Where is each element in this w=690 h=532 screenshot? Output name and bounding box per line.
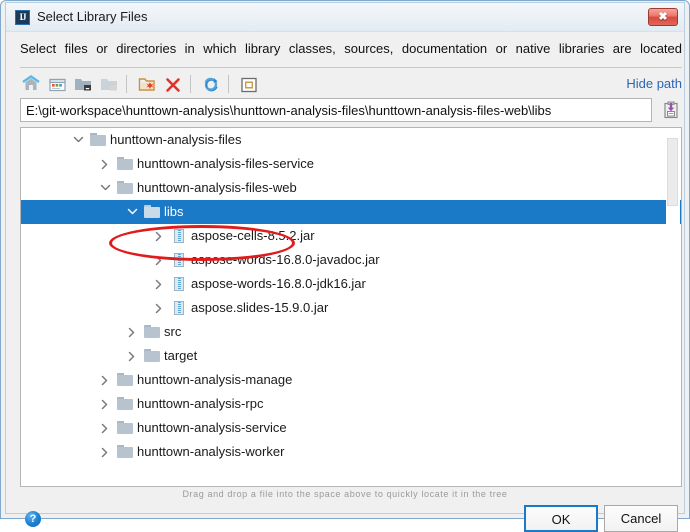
hide-path-link[interactable]: Hide path [626,76,682,91]
chevron-right-icon[interactable] [152,248,166,272]
scrollbar-thumb[interactable] [667,138,678,206]
tree-row[interactable]: hunttown-analysis-manage [21,368,681,392]
tree-row-label: hunttown-analysis-rpc [137,396,264,411]
dialog-body: Select files or directories in which lib… [6,32,684,532]
tree-row[interactable]: aspose.slides-15.9.0.jar [21,296,681,320]
jar-file-icon [171,277,187,291]
separator [20,67,682,68]
folder-icon [117,445,133,459]
chevron-right-icon[interactable] [98,368,112,392]
home-button[interactable] [20,74,42,95]
tree-row[interactable]: hunttown-analysis-service [21,416,681,440]
chevron-right-icon[interactable] [98,152,112,176]
tree-row-label: aspose-cells-8.5.2.jar [191,228,315,243]
tree-row[interactable]: target [21,344,681,368]
chevron-right-icon[interactable] [152,296,166,320]
toolbar-separator-3 [228,75,229,93]
show-hidden-files-button[interactable] [238,74,260,95]
new-folder-button[interactable] [136,74,158,95]
tree-row-label: hunttown-analysis-worker [137,444,285,459]
tree-row[interactable]: aspose-words-16.8.0-jdk16.jar [21,272,681,296]
tree-row[interactable]: hunttown-analysis-files [21,128,681,152]
tree-row-label: hunttown-analysis-service [137,420,287,435]
tree-row-label: libs [164,204,184,219]
new-folder-icon [138,78,155,91]
chevron-right-icon[interactable] [125,344,139,368]
chevron-down-icon[interactable] [71,128,85,152]
toolbar-separator-2 [190,75,191,93]
tree-vertical-scrollbar[interactable] [666,129,680,485]
title-bar: IJ Select Library Files ✖ [6,3,684,32]
chevron-right-icon[interactable] [125,320,139,344]
window-title: Select Library Files [37,9,148,24]
intellij-app-icon: IJ [15,10,30,25]
toolbar-separator-1 [126,75,127,93]
chevron-down-icon[interactable] [125,200,139,224]
dialog-description: Select files or directories in which lib… [20,41,682,56]
folder-icon [144,349,160,363]
close-icon: ✖ [658,11,668,23]
file-chooser-toolbar: Hide path [20,71,682,97]
dialog-frame: IJ Select Library Files ✖ Select files o… [5,2,685,532]
module-folder-icon [101,79,117,91]
folder-icon [117,397,133,411]
tree-row[interactable]: hunttown-analysis-files-web [21,176,681,200]
chevron-right-icon[interactable] [98,440,112,464]
delete-button[interactable] [162,74,184,95]
desktop-icon [49,78,66,92]
tree-row-label: src [164,324,182,339]
path-input[interactable] [20,98,652,122]
tree-row[interactable]: libs [21,200,681,224]
folder-icon [117,157,133,171]
desktop-button[interactable] [46,74,68,95]
jar-file-icon [171,229,187,243]
file-tree[interactable]: hunttown-analysis-files hunttown-analysis… [21,128,681,486]
chevron-right-icon[interactable] [152,272,166,296]
jar-file-icon [171,301,187,315]
refresh-icon [204,77,218,92]
path-row [20,98,682,122]
drag-drop-hint: Drag and drop a file into the space abov… [182,489,508,499]
tree-row[interactable]: hunttown-analysis-files-service [21,152,681,176]
folder-icon [144,205,160,219]
chevron-down-icon[interactable] [98,176,112,200]
tree-row-label: aspose-words-16.8.0-jdk16.jar [191,276,366,291]
paste-icon [664,101,678,119]
project-folder-icon [75,79,91,91]
module-directory-button [98,74,120,95]
folder-icon [117,181,133,195]
tree-row[interactable]: aspose-words-16.8.0-javadoc.jar [21,248,681,272]
help-button[interactable]: ? [25,511,41,527]
tree-row-label: hunttown-analysis-files-web [137,180,297,195]
tree-row-label: aspose.slides-15.9.0.jar [191,300,329,315]
tree-row[interactable]: src [21,320,681,344]
tree-row[interactable]: hunttown-analysis-rpc [21,392,681,416]
jar-file-icon [171,253,187,267]
folder-icon [117,421,133,435]
home-icon [22,75,40,90]
chevron-right-icon[interactable] [98,392,112,416]
tree-row-label: aspose-words-16.8.0-javadoc.jar [191,252,380,267]
tree-row-label: hunttown-analysis-files [110,132,242,147]
refresh-button[interactable] [200,74,222,95]
folder-icon [117,373,133,387]
tree-row[interactable]: aspose-cells-8.5.2.jar [21,224,681,248]
paste-button[interactable] [660,99,682,121]
tree-row-label: hunttown-analysis-files-service [137,156,315,171]
chevron-right-icon[interactable] [98,416,112,440]
chevron-right-icon[interactable] [152,224,166,248]
show-hidden-icon [241,77,257,93]
project-directory-button[interactable] [72,74,94,95]
tree-row[interactable]: hunttown-analysis-worker [21,440,681,464]
tree-row-label: target [164,348,198,363]
dialog-window: IJ Select Library Files ✖ Select files o… [0,0,690,532]
folder-icon [144,325,160,339]
close-button[interactable]: ✖ [648,8,678,26]
folder-icon [90,133,106,147]
tree-row-label: hunttown-analysis-manage [137,372,293,387]
file-tree-panel: hunttown-analysis-files hunttown-analysis… [20,127,682,487]
delete-icon [166,78,180,92]
